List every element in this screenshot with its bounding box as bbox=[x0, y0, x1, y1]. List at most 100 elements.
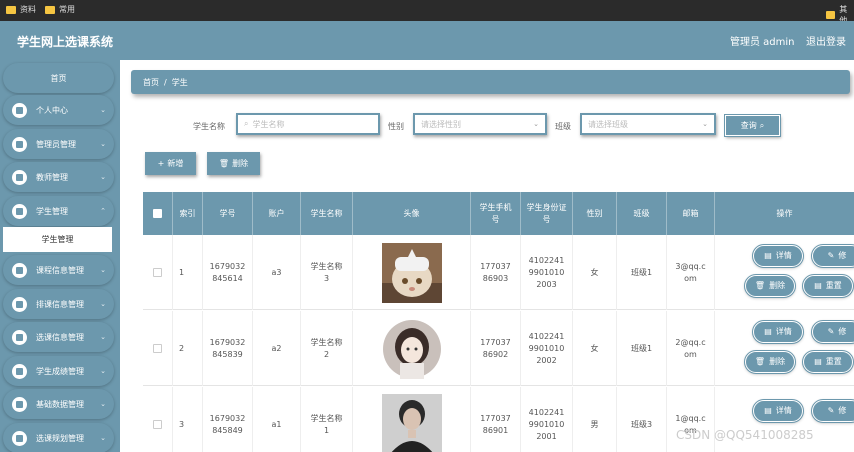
col-idcard: 学生身份证号 bbox=[521, 192, 573, 235]
chevron-down-icon: ⌄ bbox=[100, 140, 106, 148]
col-email: 邮箱 bbox=[667, 192, 715, 235]
chevron-down-icon: ⌄ bbox=[100, 300, 106, 308]
sidebar-subitem-student-manage[interactable]: 学生管理 bbox=[3, 227, 112, 252]
sidebar-item-schedule[interactable]: 排课信息管理 ⌄ bbox=[3, 289, 114, 319]
cell-idcard: 410224199010102001 bbox=[521, 387, 573, 452]
add-button[interactable]: + 新增 bbox=[145, 152, 196, 175]
reset-button[interactable]: ▤ 重置 bbox=[802, 274, 854, 298]
table-row: 2 1679032845839 a2 学生名称2 17703786902 410… bbox=[143, 311, 854, 386]
person-icon bbox=[12, 329, 27, 345]
cell-index: 1 bbox=[173, 235, 203, 310]
bookmark-folder-2[interactable]: 常用 bbox=[45, 4, 75, 15]
admin-label: 管理员 admin bbox=[730, 37, 795, 48]
document-icon: ▤ bbox=[814, 357, 822, 366]
class-filter-label: 班级 bbox=[555, 122, 571, 131]
row-checkbox[interactable] bbox=[153, 268, 162, 277]
delete-button[interactable]: 🗑 删除 bbox=[744, 350, 796, 374]
cell-actions: ▤ 详情 ✎ 修 🗑 删除 ▤ 重置 bbox=[715, 311, 854, 386]
folder-icon bbox=[6, 5, 16, 14]
trash-icon: 🗑 bbox=[218, 159, 230, 168]
document-icon: ▤ bbox=[764, 327, 772, 336]
bulk-delete-button[interactable]: 🗑 删除 bbox=[207, 152, 260, 175]
cell-gender: 女 bbox=[573, 311, 617, 386]
calendar-icon bbox=[12, 262, 27, 278]
class-select[interactable]: 请选择班级 ⌄ bbox=[580, 113, 716, 135]
chevron-down-icon: ⌄ bbox=[100, 266, 106, 274]
sidebar-item-admins[interactable]: 管理员管理 ⌄ bbox=[3, 129, 114, 159]
bookmark-folder-1[interactable]: 资料 bbox=[6, 4, 36, 15]
sidebar-item-teachers[interactable]: 教师管理 ⌄ bbox=[3, 162, 114, 192]
edit-button[interactable]: ✎ 修 bbox=[811, 399, 854, 423]
col-student-id: 学号 bbox=[203, 192, 253, 235]
select-all-checkbox[interactable] bbox=[153, 209, 162, 218]
cell-email: 2@qq.com bbox=[667, 311, 715, 386]
delete-button[interactable]: 🗑 删除 bbox=[744, 274, 796, 298]
book-icon bbox=[12, 203, 27, 219]
query-button[interactable]: 查询 ⌕ bbox=[724, 114, 781, 137]
sidebar-item-grades[interactable]: 学生成绩管理 ⌄ bbox=[3, 356, 114, 386]
edit-button[interactable]: ✎ 修 bbox=[811, 244, 854, 268]
breadcrumb-home[interactable]: 首页 bbox=[143, 77, 159, 88]
row-checkbox-cell bbox=[143, 311, 173, 386]
document-icon: ▤ bbox=[814, 281, 822, 290]
cell-idcard: 410224199010102003 bbox=[521, 235, 573, 310]
sidebar-item-planning[interactable]: 选课规划管理 ⌄ bbox=[3, 423, 114, 452]
reset-button[interactable]: ▤ 重置 bbox=[802, 350, 854, 374]
cell-phone: 17703786901 bbox=[471, 387, 521, 452]
document-icon: ▤ bbox=[764, 406, 772, 415]
col-avatar: 头像 bbox=[353, 192, 471, 235]
gender-select[interactable]: 请选择性别 ⌄ bbox=[413, 113, 547, 135]
cell-phone: 17703786902 bbox=[471, 311, 521, 386]
name-filter-label: 学生名称 bbox=[193, 122, 225, 131]
cell-student-id: 1679032845849 bbox=[203, 387, 253, 452]
chevron-down-icon: ⌄ bbox=[100, 106, 106, 114]
cell-index: 2 bbox=[173, 311, 203, 386]
trash-icon: 🗑 bbox=[754, 281, 766, 290]
col-account: 账户 bbox=[253, 192, 301, 235]
sidebar-item-courses[interactable]: 课程信息管理 ⌄ bbox=[3, 255, 114, 285]
col-index: 索引 bbox=[173, 192, 203, 235]
cell-avatar bbox=[353, 235, 471, 310]
document-icon: ▤ bbox=[764, 251, 772, 260]
breadcrumb-current: 学生 bbox=[171, 77, 188, 87]
cell-gender: 男 bbox=[573, 387, 617, 452]
cell-class: 班级1 bbox=[617, 311, 667, 386]
chevron-down-icon: ⌄ bbox=[702, 120, 708, 128]
avatar-image-boy bbox=[381, 394, 442, 452]
breadcrumb-separator: / bbox=[164, 77, 167, 87]
bookmark-bar: 资料 常用 其他 bbox=[0, 0, 854, 25]
cell-account: a1 bbox=[253, 387, 301, 452]
cell-class: 班级3 bbox=[617, 387, 667, 452]
row-checkbox[interactable] bbox=[153, 420, 162, 429]
folder-icon bbox=[826, 11, 836, 19]
detail-button[interactable]: ▤ 详情 bbox=[752, 320, 804, 344]
grid-icon bbox=[12, 430, 27, 446]
cell-class: 班级1 bbox=[617, 235, 667, 310]
sidebar-item-selection[interactable]: 选课信息管理 ⌄ bbox=[3, 322, 114, 352]
trash-icon: 🗑 bbox=[754, 357, 766, 366]
cell-index: 3 bbox=[173, 387, 203, 452]
chevron-down-icon: ⌄ bbox=[100, 400, 106, 408]
sidebar-item-home[interactable]: 首页 bbox=[3, 63, 114, 93]
cell-actions: ▤ 详情 ✎ 修 bbox=[715, 387, 854, 452]
sidebar-item-basedata[interactable]: 基础数据管理 ⌄ bbox=[3, 389, 114, 419]
grid-icon bbox=[12, 169, 27, 185]
cell-name: 学生名称3 bbox=[301, 235, 353, 310]
cell-actions: ▤ 详情 ✎ 修 🗑 删除 ▤ 重置 bbox=[715, 235, 854, 310]
edit-button[interactable]: ✎ 修 bbox=[811, 320, 854, 344]
table-row: 3 1679032845849 a1 学生名称1 17703786901 410… bbox=[143, 387, 854, 452]
table-row: 1 1679032845614 a3 学生名称3 17703786903 410… bbox=[143, 235, 854, 310]
logout-link[interactable]: 退出登录 bbox=[806, 33, 846, 48]
app-title: 学生网上选课系统 bbox=[17, 35, 114, 49]
row-checkbox[interactable] bbox=[153, 344, 162, 353]
pencil-icon: ✎ bbox=[827, 406, 835, 415]
detail-button[interactable]: ▤ 详情 bbox=[752, 399, 804, 423]
name-search-input[interactable]: ⌕ 学生名称 bbox=[236, 113, 380, 135]
detail-button[interactable]: ▤ 详情 bbox=[752, 244, 804, 268]
thumb-icon bbox=[12, 296, 27, 312]
sidebar-item-students[interactable]: 学生管理 ⌃ bbox=[3, 196, 114, 226]
col-phone: 学生手机号 bbox=[471, 192, 521, 235]
sidebar-item-personal[interactable]: 个人中心 ⌄ bbox=[3, 95, 114, 125]
breadcrumb: 首页 / 学生 bbox=[131, 70, 850, 94]
cell-name: 学生名称2 bbox=[301, 311, 353, 386]
